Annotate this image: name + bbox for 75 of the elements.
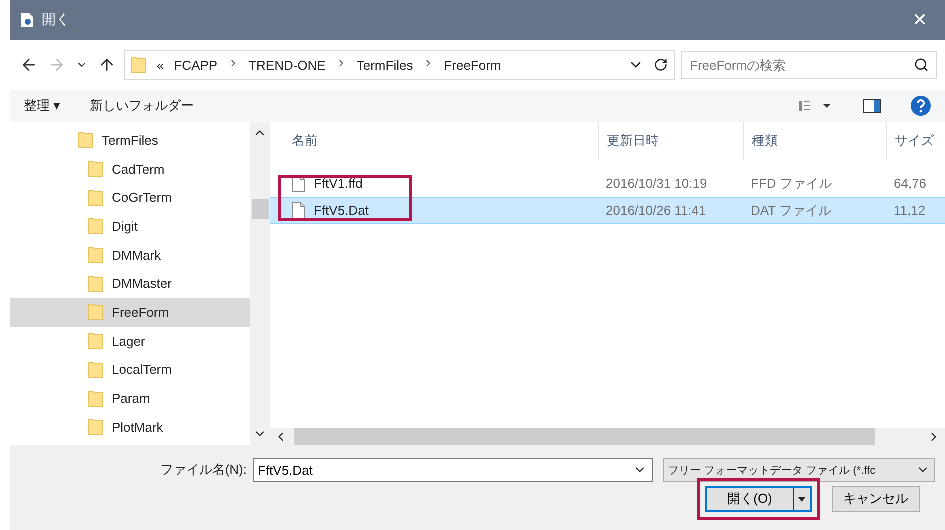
preview-pane-icon[interactable] <box>863 99 881 113</box>
folder-icon <box>131 56 147 74</box>
filename-field[interactable]: FftV5.Dat <box>253 458 653 482</box>
back-icon[interactable] <box>20 56 38 74</box>
organize-menu[interactable]: 整理 ▾ <box>24 97 60 115</box>
folder-icon <box>78 131 94 150</box>
caret-icon[interactable] <box>798 496 806 502</box>
file-name: FftV1.ffd <box>314 176 363 191</box>
folder-name: DMMaster <box>112 276 172 292</box>
breadcrumb[interactable]: FCAPP <box>174 58 218 72</box>
folder-name: CadTerm <box>112 162 165 177</box>
vertical-scrollbar[interactable] <box>250 122 270 445</box>
open-button[interactable]: 開く(O) <box>705 486 812 512</box>
folder-name: DMMark <box>112 248 162 263</box>
folder-icon <box>88 303 104 322</box>
folder-name: Digit <box>112 218 138 234</box>
folder-tree-item[interactable]: DMMaster <box>10 269 250 298</box>
folder-icon <box>88 418 104 436</box>
cancel-button[interactable]: キャンセル <box>832 486 920 512</box>
size-cell-text: 11,12 <box>893 203 927 218</box>
date-cell-text: 2016/10/26 11:41 <box>605 203 708 218</box>
date-cell-text: 2016/10/31 10:19 <box>605 176 708 191</box>
folder-icon <box>88 160 104 178</box>
folder-tree-item[interactable]: Lager <box>10 326 250 356</box>
refresh-icon[interactable] <box>654 58 668 72</box>
folder-icon <box>88 332 104 350</box>
folder-icon <box>88 188 104 207</box>
filename-label: ファイル名(N): <box>160 461 247 479</box>
folder-icon <box>88 246 104 264</box>
column-header[interactable]: 種類 <box>743 122 886 160</box>
folder-icon <box>88 217 104 236</box>
folder-name: CoGrTerm <box>112 190 172 206</box>
column-header[interactable]: サイズ <box>886 122 945 160</box>
search-field[interactable]: FreeFormの検索 <box>681 51 937 79</box>
file-name: FftV5.Dat <box>314 203 369 218</box>
file-row[interactable]: FftV1.ffd 2016/10/31 10:19 FFD ファイル 64,76 <box>270 170 945 197</box>
window-title: 開く <box>42 11 71 29</box>
breadcrumb[interactable]: TREND-ONE <box>248 58 326 72</box>
folder-tree-item[interactable]: CoGrTerm <box>10 183 250 212</box>
folder-icon <box>88 274 104 293</box>
view-options-icon[interactable] <box>799 100 833 112</box>
folder-name: Lager <box>112 334 146 349</box>
folder-tree-item[interactable]: Digit <box>10 212 250 241</box>
column-header[interactable]: 更新日時 <box>598 122 743 160</box>
file-row[interactable]: FftV5.Dat 2016/10/26 11:41 DAT ファイル 11,12 <box>270 197 945 224</box>
folder-name: Param <box>112 391 150 406</box>
column-header[interactable]: 名前 <box>270 122 598 160</box>
document-icon <box>20 12 34 28</box>
address-bar[interactable]: « FCAPP TREND-ONE TermFiles FreeForm <box>124 50 675 80</box>
folder-tree-item[interactable]: FreeForm <box>10 298 250 327</box>
folder-name: TermFiles <box>102 132 158 148</box>
size-cell-text: 64,76 <box>893 176 928 191</box>
help-icon[interactable] <box>911 96 931 116</box>
type-cell-text: DAT ファイル <box>750 202 832 220</box>
breadcrumb[interactable]: FreeForm <box>444 58 502 72</box>
close-button[interactable]: ✕ <box>905 8 935 32</box>
folder-tree-item[interactable]: Param <box>10 384 250 413</box>
type-cell-text: FFD ファイル <box>750 174 833 192</box>
breadcrumb[interactable]: « <box>157 58 164 72</box>
folder-icon <box>88 390 104 408</box>
filetype-dropdown[interactable]: フリー フォーマットデータ ファイル (*.ffc <box>663 458 935 482</box>
search-icon <box>914 58 929 72</box>
folder-tree-item[interactable]: DMMark <box>10 240 250 270</box>
scrollbar-thumb[interactable] <box>252 198 268 218</box>
file-icon <box>292 202 306 220</box>
folder-name: FreeForm <box>112 304 170 320</box>
folder-tree-item[interactable]: TermFiles <box>10 126 250 155</box>
new-folder-button[interactable]: 新しいフォルダー <box>90 97 194 115</box>
folder-icon <box>88 360 104 379</box>
breadcrumb[interactable]: TermFiles <box>356 58 414 72</box>
folder-tree-item[interactable]: LocalTerm <box>10 356 250 384</box>
folder-tree-item[interactable]: CadTerm <box>10 154 250 184</box>
folder-name: LocalTerm <box>112 362 172 378</box>
folder-tree-item[interactable]: PlotMark <box>10 412 250 442</box>
folder-name: PlotMark <box>112 420 164 435</box>
